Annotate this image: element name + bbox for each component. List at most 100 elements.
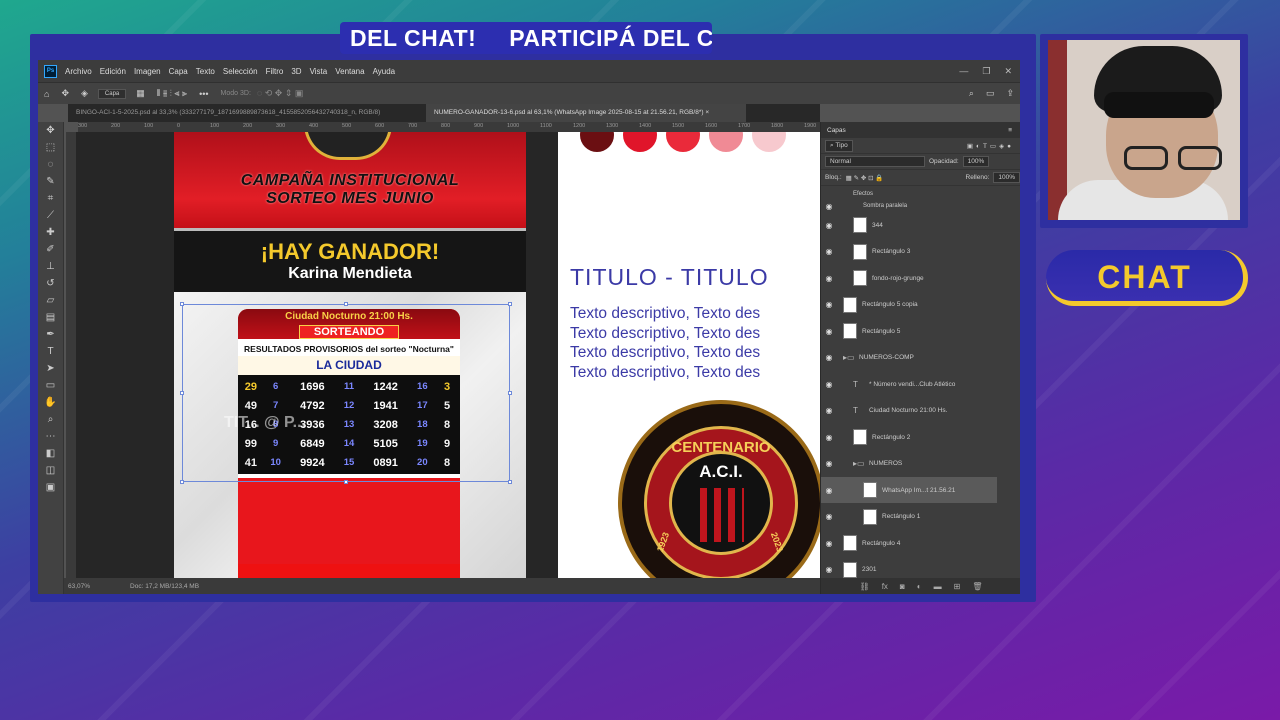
healing-icon[interactable]: ✚ xyxy=(38,224,63,241)
share-icon[interactable]: ⇪ xyxy=(1006,88,1014,99)
visibility-eye-icon[interactable]: ◉ xyxy=(821,327,837,336)
visibility-eye-icon[interactable]: ◉ xyxy=(821,300,837,309)
path-select-icon[interactable]: ➤ xyxy=(38,360,63,377)
move-tool-icon[interactable]: ✥ xyxy=(61,88,69,99)
transform-handle[interactable] xyxy=(180,480,184,484)
eraser-icon[interactable]: ▱ xyxy=(38,292,63,309)
align-icons[interactable]: ⫴ ⫵ ⫶ ⫷ ⫸ xyxy=(157,88,187,99)
shape-icon[interactable]: ▭ xyxy=(38,377,63,394)
auto-select-icon[interactable]: ◈ xyxy=(81,88,88,99)
layer-row[interactable]: ◉ ▸▭ NUMEROS xyxy=(821,451,997,477)
quick-mask-icon[interactable]: ◫ xyxy=(38,462,63,479)
lasso-icon[interactable]: ◌ xyxy=(38,156,63,173)
filter-icons[interactable]: ▣◐T▭◈● xyxy=(967,142,1014,150)
layer-select-dropdown[interactable]: Capa xyxy=(97,88,127,99)
minimize-icon[interactable]: — xyxy=(959,66,968,77)
menu-filtro[interactable]: Filtro xyxy=(266,67,284,76)
adjustment-icon[interactable]: ◐ xyxy=(917,582,922,591)
type-icon[interactable]: T xyxy=(38,343,63,360)
layer-row[interactable]: ◉ T Ciudad Nocturno 21:00 Hs. xyxy=(821,398,997,424)
screen-mode-icon[interactable]: ▣ xyxy=(38,479,63,496)
layer-row[interactable]: ◉ Rectángulo 4 xyxy=(821,530,997,556)
layer-row[interactable]: ◉ Rectángulo 3 xyxy=(821,239,997,265)
search-icon[interactable]: ⌕ xyxy=(969,88,974,99)
menu-capa[interactable]: Capa xyxy=(169,67,188,76)
menu-texto[interactable]: Texto xyxy=(196,67,215,76)
filter-kind-dropdown[interactable]: ⌕ Tipo xyxy=(825,139,853,152)
menu-3d[interactable]: 3D xyxy=(291,67,301,76)
visibility-eye-icon[interactable]: ◉ xyxy=(821,433,837,442)
layer-row[interactable]: ◉ fondo-rojo-grunge xyxy=(821,265,997,291)
visibility-eye-icon[interactable]: ◉ xyxy=(821,406,837,415)
mask-icon[interactable]: ◙ xyxy=(900,582,905,591)
menu-imagen[interactable]: Imagen xyxy=(134,67,161,76)
menu-seleccion[interactable]: Selección xyxy=(223,67,258,76)
transform-handle[interactable] xyxy=(344,302,348,306)
layer-row[interactable]: ◉ ▸▭ NUMEROS-COMP xyxy=(821,345,997,371)
color-swatches-icon[interactable]: ◧ xyxy=(38,445,63,462)
visibility-eye-icon[interactable]: ◉ xyxy=(821,486,837,495)
trash-icon[interactable]: 🗑 xyxy=(972,582,982,591)
zoom-icon[interactable]: ⌕ xyxy=(38,411,63,428)
marquee-icon[interactable]: ⬚ xyxy=(38,139,63,156)
panel-menu-icon[interactable]: ≡ xyxy=(1008,127,1012,134)
tab-numero-ganador[interactable]: NUMERO-GANADOR-13-6.psd al 63,1% (WhatsA… xyxy=(426,104,746,122)
transform-handle[interactable] xyxy=(180,302,184,306)
visibility-eye-icon[interactable]: ◉ xyxy=(821,247,837,256)
layer-row[interactable]: ◉ Rectángulo 5 xyxy=(821,318,997,344)
visibility-eye-icon[interactable]: ◉ xyxy=(821,221,837,230)
quick-select-icon[interactable]: ✎ xyxy=(38,173,63,190)
gradient-icon[interactable]: ▤ xyxy=(38,309,63,326)
document-template[interactable]: TITULO - TITULO Texto descriptivo, Texto… xyxy=(558,132,820,578)
layer-row[interactable]: ◉ Sombra paralela xyxy=(821,200,997,212)
transform-handle[interactable] xyxy=(180,391,184,395)
3d-tools-icons[interactable]: ◌ ⟲ ✥ ⇕ ▣ xyxy=(257,88,303,99)
menu-ayuda[interactable]: Ayuda xyxy=(373,67,396,76)
layer-row[interactable]: ◉ 344 xyxy=(821,212,997,238)
visibility-eye-icon[interactable]: ◉ xyxy=(821,459,837,468)
menu-edicion[interactable]: Edición xyxy=(100,67,126,76)
transform-bounding-box[interactable] xyxy=(180,302,512,484)
restore-icon[interactable]: ❐ xyxy=(982,66,990,77)
fill-input[interactable]: 100% xyxy=(993,172,1020,183)
visibility-eye-icon[interactable]: ◉ xyxy=(821,565,837,574)
more-options-icon[interactable]: ••• xyxy=(199,89,208,99)
menu-ventana[interactable]: Ventana xyxy=(335,67,364,76)
transform-handle[interactable] xyxy=(508,302,512,306)
visibility-eye-icon[interactable]: ◉ xyxy=(821,512,837,521)
tab-bingo[interactable]: BINGO-ACI-1-5-2025.psd al 33,3% (3332771… xyxy=(68,104,426,122)
opacity-input[interactable]: 100% xyxy=(962,156,990,167)
link-icon[interactable]: ⛓ xyxy=(860,582,870,591)
layer-row[interactable]: Efectos xyxy=(821,188,997,200)
menu-vista[interactable]: Vista xyxy=(310,67,328,76)
close-icon[interactable]: ✕ xyxy=(1004,66,1012,77)
transform-handle[interactable] xyxy=(344,480,348,484)
blend-mode-dropdown[interactable]: Normal xyxy=(825,156,925,167)
visibility-eye-icon[interactable]: ◉ xyxy=(821,353,837,362)
pen-icon[interactable]: ✒ xyxy=(38,326,63,343)
brush-icon[interactable]: ✐ xyxy=(38,241,63,258)
transform-handle[interactable] xyxy=(508,480,512,484)
fx-icon[interactable]: fx xyxy=(882,582,888,591)
layers-tab[interactable]: Capas xyxy=(827,127,846,134)
visibility-eye-icon[interactable]: ◉ xyxy=(821,202,837,211)
home-icon[interactable]: ⌂ xyxy=(44,89,49,99)
layer-row[interactable]: ◉ WhatsApp Im...t 21.56.21 xyxy=(821,477,997,503)
menu-archivo[interactable]: Archivo xyxy=(65,67,92,76)
move-icon[interactable]: ✥ xyxy=(38,122,63,139)
workspace-icon[interactable]: ▭ xyxy=(986,88,995,99)
layer-row[interactable]: ◉ Rectángulo 1 xyxy=(821,504,997,530)
visibility-eye-icon[interactable]: ◉ xyxy=(821,274,837,283)
zoom-level[interactable]: 63,07% xyxy=(68,583,90,590)
new-layer-icon[interactable]: ⊞ xyxy=(954,582,961,591)
stamp-icon[interactable]: ⊥ xyxy=(38,258,63,275)
eyedropper-icon[interactable]: ⟋ xyxy=(38,207,63,224)
visibility-eye-icon[interactable]: ◉ xyxy=(821,380,837,389)
layer-row[interactable]: ◉ Rectángulo 2 xyxy=(821,424,997,450)
layer-row[interactable]: ◉ Rectángulo 5 copia xyxy=(821,292,997,318)
layer-row[interactable]: ◉ T * Número vendi...Club Atlético xyxy=(821,371,997,397)
document-numero-ganador[interactable]: CAMPAÑA INSTITUCIONAL SORTEO MES JUNIO ¡… xyxy=(174,132,526,578)
lock-icons[interactable]: ▦ ✎ ✥ ⊡ 🔒 xyxy=(846,174,884,182)
crop-icon[interactable]: ⌗ xyxy=(38,190,63,207)
transform-controls-icon[interactable]: ▦ xyxy=(136,88,145,99)
